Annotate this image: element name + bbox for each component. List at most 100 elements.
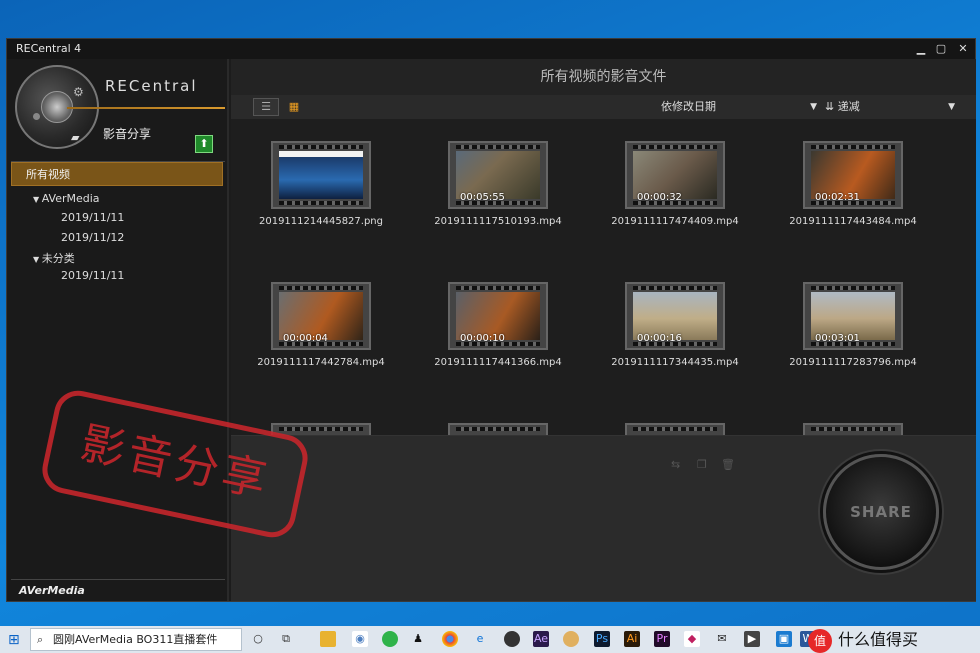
minimize-button[interactable]: ▁ (911, 39, 931, 59)
davinci-icon[interactable] (504, 631, 520, 647)
film-sprocket (279, 286, 363, 290)
duration-label: 00:00:04 (283, 333, 328, 344)
smzdm-logo-icon: 值 (808, 628, 832, 653)
search-icon: ⌕ (37, 633, 44, 646)
after-effects-icon[interactable]: Ae (533, 631, 549, 647)
tree-item-avermedia[interactable]: ▼ AVerMedia (33, 192, 100, 205)
duration-label: 00:00:10 (460, 333, 505, 344)
toolbar: ☰ ▦ 依修改日期 ▼ ⇊ 递减 ▼ (231, 95, 976, 119)
page-title: 所有视频的影音文件 (231, 59, 976, 95)
title-bar: RECentral 4 ▁ ▢ ✕ (7, 39, 975, 59)
gear-icon[interactable]: ⚙ (73, 85, 84, 99)
sort-field-dropdown[interactable]: 依修改日期 ▼ (661, 98, 817, 116)
image-preview (279, 151, 363, 199)
brand-divider (67, 107, 225, 109)
taskbar-search-input[interactable]: ⌕ 圆刚AVerMedia BO311直播套件 (30, 628, 242, 651)
cortana-icon[interactable]: ○ (250, 631, 266, 647)
film-sprocket (456, 145, 540, 149)
record-dot-icon[interactable] (33, 113, 40, 120)
duration-label: 00:00:32 (637, 192, 682, 203)
smzdm-watermark: 值什么值得买 (808, 626, 980, 653)
file-thumbnail[interactable] (271, 141, 371, 209)
file-name: 2019111117344435.mp4 (611, 357, 739, 368)
file-thumbnail[interactable]: 00:00:04 (271, 282, 371, 350)
tree-item-uncategorized[interactable]: ▼ 未分类 (33, 250, 75, 266)
trash-icon[interactable]: 🗑 (721, 458, 735, 471)
film-sprocket (633, 286, 717, 290)
tree-label: 未分类 (41, 252, 75, 265)
chevron-down-icon: ▼ (810, 102, 817, 112)
mail-icon[interactable]: ✉ (714, 631, 730, 647)
maximize-button[interactable]: ▢ (931, 39, 951, 59)
file-thumbnail[interactable]: 00:00:16 (625, 282, 725, 350)
list-view-button[interactable]: ☰ (253, 98, 279, 116)
recentral-icon[interactable]: ◉ (352, 631, 368, 647)
film-sprocket (811, 427, 895, 431)
file-explorer-icon[interactable] (320, 631, 336, 647)
sort-icon: ⇊ (825, 100, 838, 113)
file-name: 2019111117283796.mp4 (789, 357, 917, 368)
film-sprocket (456, 286, 540, 290)
file-thumbnail[interactable]: 00:03:01 (803, 282, 903, 350)
photoshop-icon[interactable]: Ps (594, 631, 610, 647)
copy-icon[interactable]: ❐ (697, 458, 707, 471)
film-sprocket (456, 427, 540, 431)
qq-icon[interactable]: ♟ (410, 631, 426, 647)
window-title: RECentral 4 (16, 42, 82, 55)
share-button[interactable]: SHARE (823, 454, 939, 570)
media-icon[interactable]: ▶ (744, 631, 760, 647)
task-view-icon[interactable]: ⧉ (278, 631, 294, 647)
file-name: 2019111117441366.mp4 (434, 357, 562, 368)
app-icon[interactable]: ◆ (684, 631, 700, 647)
section-title: 影音分享 (103, 127, 152, 141)
sort-field-value: 依修改日期 (661, 100, 716, 113)
grid-icon: ▦ (288, 100, 300, 113)
tree-item-date[interactable]: 2019/11/12 (61, 231, 124, 244)
list-icon: ☰ (261, 100, 271, 113)
app-window: RECentral 4 ▁ ▢ ✕ ⚙ ▰ RECentral 影音分享 ⬆ 所… (6, 38, 976, 602)
premiere-icon[interactable]: Pr (654, 631, 670, 647)
tree-label: AVerMedia (41, 192, 100, 205)
film-sprocket (279, 201, 363, 205)
edge-icon[interactable]: e (472, 631, 488, 647)
file-thumbnail[interactable]: 00:00:32 (625, 141, 725, 209)
film-sprocket (811, 286, 895, 290)
divider (11, 579, 225, 580)
smzdm-text: 什么值得买 (838, 630, 919, 649)
wechat-icon[interactable] (382, 631, 398, 647)
duration-label: 00:03:01 (815, 333, 860, 344)
file-thumbnail[interactable]: 00:05:55 (448, 141, 548, 209)
illustrator-icon[interactable]: Ai (624, 631, 640, 647)
folder-icon[interactable]: ▰ (71, 131, 79, 144)
tree-item-date[interactable]: 2019/11/11 (61, 211, 124, 224)
film-sprocket (279, 427, 363, 431)
file-name: 2019111117442784.mp4 (257, 357, 385, 368)
file-name: 2019111117510193.mp4 (434, 216, 562, 227)
file-thumbnail[interactable]: 00:00:10 (448, 282, 548, 350)
duration-label: 00:00:16 (637, 333, 682, 344)
chrome-icon[interactable] (442, 631, 458, 647)
split-icon[interactable]: ⇆ (671, 458, 680, 471)
upload-button[interactable]: ⬆ (195, 135, 213, 153)
expand-arrow-icon[interactable]: ▼ (33, 195, 42, 204)
file-name: 2019111117474409.mp4 (611, 216, 739, 227)
film-sprocket (279, 145, 363, 149)
film-sprocket (811, 145, 895, 149)
file-grid: 2019111214445827.png 2019111117510193.mp4… (231, 119, 976, 441)
file-thumbnail[interactable]: 00:02:31 (803, 141, 903, 209)
grid-view-button[interactable]: ▦ (281, 98, 307, 116)
palette-icon[interactable] (563, 631, 579, 647)
expand-arrow-icon[interactable]: ▼ (33, 255, 42, 264)
windows-start-icon[interactable]: ⊞ (8, 632, 24, 648)
film-sprocket (633, 427, 717, 431)
duration-label: 00:05:55 (460, 192, 505, 203)
search-value: 圆刚AVerMedia BO311直播套件 (53, 633, 218, 646)
close-button[interactable]: ✕ (953, 39, 973, 59)
tree-item-date[interactable]: 2019/11/11 (61, 269, 124, 282)
tree-item-all-videos[interactable]: 所有视频 (11, 162, 223, 186)
main-panel: 所有视频的影音文件 ☰ ▦ 依修改日期 ▼ ⇊ 递减 ▼ 20191112144… (231, 59, 976, 601)
store-icon[interactable]: ▣ (776, 631, 792, 647)
sort-order-dropdown[interactable]: ⇊ 递减 ▼ (825, 98, 955, 116)
file-name: 2019111214445827.png (258, 216, 383, 227)
file-name: 2019111117443484.mp4 (789, 216, 917, 227)
